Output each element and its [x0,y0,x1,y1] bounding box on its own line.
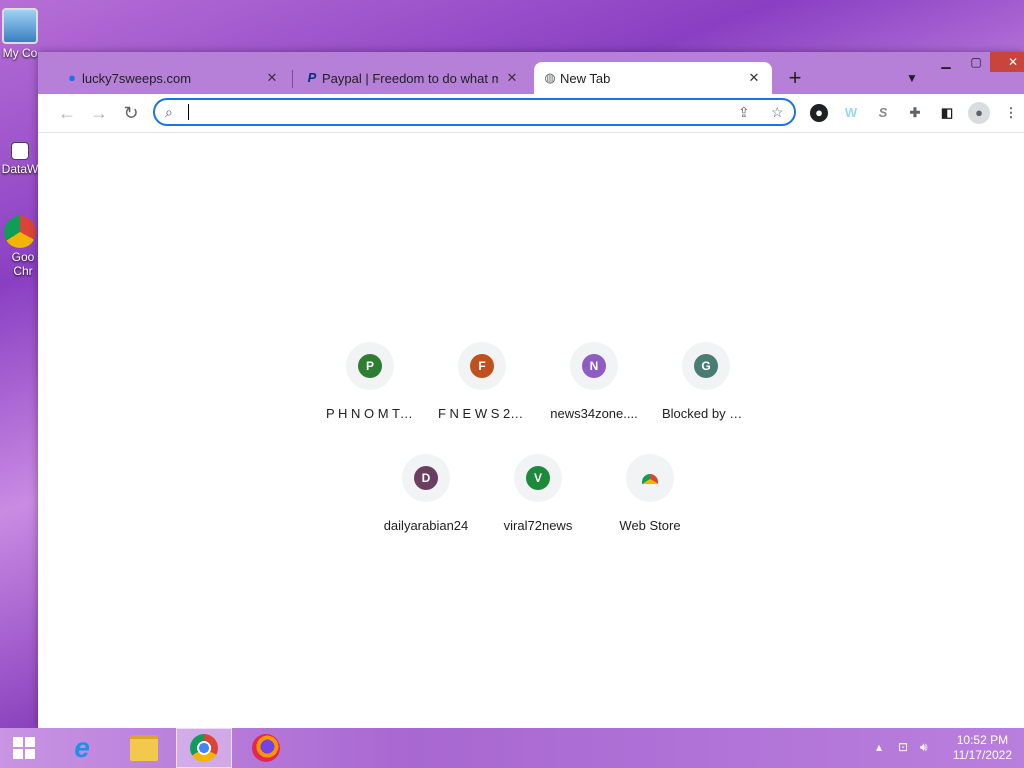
clock-date: 11/17/2022 [952,748,1012,762]
globe-icon: ◍ [544,70,556,85]
shortcut-letter: D [414,466,438,490]
text-cursor [188,104,189,120]
address-input[interactable] [187,102,711,124]
shortcut-label: news34zone.... [550,406,638,421]
shortcut-label: Web Store [619,518,681,533]
shortcut-letter: G [694,354,718,378]
start-icon [13,737,35,759]
shortcut-favicon: V [514,454,562,502]
file-explorer-icon [130,735,158,761]
shortcut-letter: N [582,354,606,378]
forward-button[interactable]: → [88,102,110,124]
tab-divider [292,70,293,88]
paypal-icon: P [307,70,317,85]
minimize-button[interactable]: ▁ [930,52,962,72]
shortcut-favicon: G [682,342,730,390]
shortcut-favicon: F [458,342,506,390]
browser-window: ● lucky7sweeps.com ✕ P Paypal | Freedom … [38,52,1024,728]
tab-strip: ● lucky7sweeps.com ✕ P Paypal | Freedom … [38,52,1024,94]
shortcut-tile[interactable]: P P H N O M T ... [320,342,420,421]
shortcut-tile[interactable]: N news34zone.... [544,342,644,421]
w-extension-icon[interactable]: W [842,104,860,122]
bookmark-star-icon[interactable]: ☆ [771,104,784,121]
side-panel-icon[interactable]: ◧ [938,104,956,122]
puzzle-icon[interactable]: ✚ [906,104,924,122]
shortcut-tile[interactable]: F F N E W S 2 –... [432,342,532,421]
tab-search-button[interactable]: ▼ [900,66,924,90]
web-store-icon [642,474,658,484]
tab-lucky7sweeps[interactable]: ● lucky7sweeps.com ✕ [56,62,290,94]
shortcut-favicon: D [402,454,450,502]
shortcut-tile[interactable]: V viral72news [488,454,588,533]
shortcut-label: viral72news [503,518,573,533]
close-icon[interactable]: ✕ [746,70,762,86]
more-icon[interactable]: ⋮ [1002,104,1020,122]
tab-label: Paypal | Freedom to do what matters [322,70,498,86]
tab-paypal[interactable]: P Paypal | Freedom to do what matters ✕ [296,62,530,94]
profile-icon[interactable]: ● [968,102,990,124]
taskbar: e ▴ ⊡ 🔊︎ 10:52 PM 11/17/2022 [0,728,1024,768]
location-pin-icon: ● [68,70,76,85]
shortcut-icon [11,142,29,160]
shortcut-favicon [626,454,674,502]
tab-new-tab[interactable]: ◍ New Tab ✕ [534,62,772,94]
s-extension-icon[interactable]: S [874,104,892,122]
shortcut-tile[interactable]: D dailyarabian24 [376,454,476,533]
shortcut-tile[interactable]: Web Store [600,454,700,533]
shortcut-label: P H N O M T ... [326,406,415,421]
taskbar-internet-explorer[interactable]: e [54,728,110,768]
panda-icon[interactable]: ● [810,104,828,122]
computer-icon [2,8,38,44]
shortcut-letter: P [358,354,382,378]
taskbar-file-explorer[interactable] [116,728,172,768]
shortcut-letter: V [526,466,550,490]
close-icon[interactable]: ✕ [264,70,280,86]
desktop-icon-dataw[interactable]: DataW [0,118,40,176]
desktop-icon-google-chrome[interactable]: Goo Chr [0,216,40,278]
shortcut-label: dailyarabian24 [383,518,469,533]
tab-label: lucky7sweeps.com [82,70,192,86]
desktop-icon-label: My Co [2,46,38,60]
chrome-icon [190,734,218,762]
tab-label: New Tab [560,70,611,86]
new-tab-button[interactable]: + [783,66,807,90]
start-button[interactable] [0,728,48,768]
internet-explorer-icon: e [74,732,90,763]
clock-time: 10:52 PM [956,733,1009,747]
search-icon: ⌕ [165,104,173,120]
reload-button[interactable]: ↻ [120,102,142,124]
share-icon[interactable]: ⇪ [738,104,750,121]
desktop-icon-my-computer[interactable]: My Co [0,8,40,60]
firefox-icon [252,734,280,762]
shortcut-label: F N E W S 2 –... [438,406,532,421]
address-bar[interactable]: ⌕ ⇪ ☆ [153,98,796,126]
taskbar-firefox[interactable] [238,728,294,768]
network-icon[interactable]: ⊡ [898,740,908,754]
shortcut-label: Blocked by Cl... [662,406,753,421]
browser-toolbar: ← → ↻ ⌕ ⇪ ☆ ● W S ✚ ◧ ● ⋮ [38,94,1024,133]
shortcut-letter: F [470,354,494,378]
desktop-icon-label: DataW [1,162,39,176]
back-button[interactable]: ← [56,102,78,124]
shortcut-tile[interactable]: G Blocked by Cl... [656,342,756,421]
shortcut-favicon: N [570,342,618,390]
chrome-icon [4,216,36,248]
volume-icon[interactable]: 🔊︎ [920,740,928,755]
taskbar-chrome[interactable] [176,728,232,768]
show-hidden-icons[interactable]: ▴ [876,740,882,754]
close-icon[interactable]: ✕ [504,70,520,86]
shortcut-favicon: P [346,342,394,390]
close-window-button[interactable]: ✕ [990,52,1024,72]
system-clock[interactable]: 10:52 PM 11/17/2022 [953,733,1012,763]
maximize-button[interactable]: ▢ [960,52,992,72]
desktop-icon-label: Goo Chr [11,250,35,278]
